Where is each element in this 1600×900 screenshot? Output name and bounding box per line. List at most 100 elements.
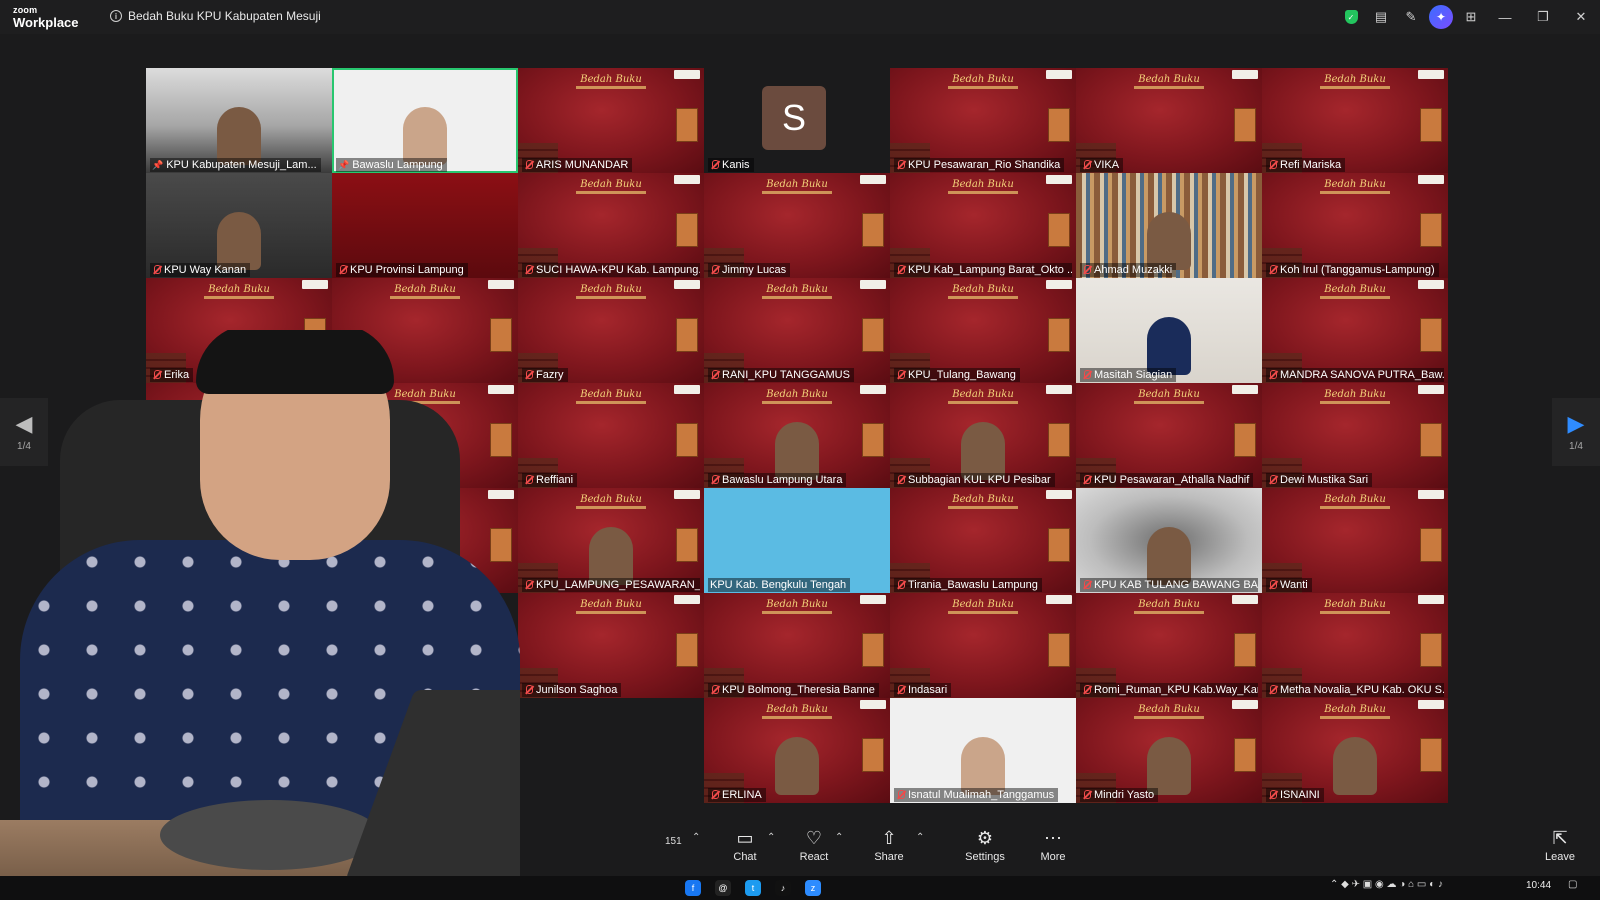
participant-tile[interactable]: Bedah Buku Metha Novalia_KPU Kab. OKU S..… [1262,593,1448,698]
zoom-taskbar-icon[interactable]: z [805,880,821,896]
participant-name: Romi_Ruman_KPU Kab.Way_Kan... [1094,684,1258,696]
share-button[interactable]: ⇧ Share [859,818,919,874]
participant-tile[interactable]: Bedah Buku Bawaslu Lampung Utara [704,383,890,488]
participant-tile[interactable]: Bedah Buku Reffiani [518,383,704,488]
participant-tile[interactable]: Bedah Buku ISNAINI [1262,698,1448,803]
poster-decoration [1046,595,1072,604]
participant-name: Masitah Siagian [1094,369,1173,381]
mic-muted-icon [710,370,719,380]
participant-name: RANI_KPU TANGGAMUS [722,369,850,381]
participant-tile[interactable]: Bedah Buku KPU Pesawaran_Rio Shandika [890,68,1076,173]
mic-muted-icon [524,370,533,380]
participant-count[interactable]: 151 [665,836,682,847]
participant-tile[interactable]: KPU Provinsi Lampung [332,173,518,278]
mic-muted-icon [896,580,905,590]
prev-page-button[interactable]: ◀ 1/4 [0,398,48,466]
participant-tile[interactable]: Bedah Buku Refi Mariska [1262,68,1448,173]
minimize-button[interactable]: — [1486,0,1524,34]
poster-decoration [488,280,514,289]
participant-tile[interactable]: Bedah Buku ARIS MUNANDAR [518,68,704,173]
react-caret-icon[interactable]: ⌃ [835,832,843,843]
participant-tile[interactable]: Ahmad Muzakki [1076,173,1262,278]
participant-tile[interactable]: Bedah Buku Koh Irul (Tanggamus-Lampung) [1262,173,1448,278]
participant-tile[interactable]: Bedah Buku Romi_Ruman_KPU Kab.Way_Kan... [1076,593,1262,698]
participant-name: KPU_Tulang_Bawang [908,369,1016,381]
participant-tile[interactable]: Bedah Buku Wanti [1262,488,1448,593]
close-button[interactable]: ✕ [1562,0,1600,34]
twitter-icon[interactable]: t [745,880,761,896]
participant-tile[interactable]: Bedah Buku Tirania_Bawaslu Lampung [890,488,1076,593]
mic-muted-icon [1268,475,1277,485]
participant-tile[interactable]: 📌 Bawaslu Lampung [332,68,518,173]
participant-tile[interactable]: Bedah Buku SUCI HAWA-KPU Kab. Lampung... [518,173,704,278]
participant-tile[interactable]: Bedah Buku KPU Kab_Lampung Barat_Okto ... [890,173,1076,278]
whiteboard-icon[interactable]: ✎ [1396,0,1426,34]
poster-title: Bedah Buku [580,494,642,505]
facebook-icon[interactable]: f [685,880,701,896]
participants-caret-icon[interactable]: ⌃ [692,832,700,843]
apps-grid-icon[interactable]: ⊞ [1456,0,1486,34]
participant-tile[interactable]: KPU KAB TULANG BAWANG BA... [1076,488,1262,593]
participant-tile[interactable]: Bedah Buku RANI_KPU TANGGAMUS [704,278,890,383]
poster-title: Bedah Buku [952,179,1014,190]
participant-video-figure [403,107,447,165]
poster-decoration [1420,528,1442,562]
poster-title: Bedah Buku [580,284,642,295]
participant-tile[interactable]: Bedah Buku Mindri Yasto [1076,698,1262,803]
participant-video-figure [775,737,819,795]
poster-decoration [1420,213,1442,247]
participant-tile[interactable]: Bedah Buku Jimmy Lucas [704,173,890,278]
share-caret-icon[interactable]: ⌃ [916,832,924,843]
security-shield-icon[interactable]: ✓ [1336,0,1366,34]
poster-decoration [1048,423,1070,457]
participant-tile[interactable]: Bedah Buku KPU_LAMPUNG_PESAWARAN_M... [518,488,704,593]
more-button[interactable]: ⋯ More [1023,818,1083,874]
taskbar-clock: 10:44 [1526,880,1552,891]
participant-tile[interactable]: Isnatul Mualimah_Tanggamus [890,698,1076,803]
poster-decoration [1048,213,1070,247]
participant-tile[interactable]: Bedah Buku KPU_Tulang_Bawang [890,278,1076,383]
participant-tile[interactable]: 📌 KPU Kabupaten Mesuji_Lam... [146,68,332,173]
participant-name-label: Reffiani [522,473,578,487]
participant-tile[interactable]: Bedah Buku KPU Bolmong_Theresia Banne [704,593,890,698]
mic-muted-icon [524,580,533,590]
avatar: S [762,86,826,150]
settings-button[interactable]: ⚙ Settings [955,818,1015,874]
participant-name-label: VIKA [1080,158,1124,172]
next-page-button[interactable]: ▶ 1/4 [1552,398,1600,466]
poster-decoration [576,191,646,194]
participant-tile[interactable]: KPU Kab. Bengkulu Tengah [704,488,890,593]
system-tray-icons[interactable]: ⌃ ◆ ✈ ▣ ◉ ☁ ◑ ⌂ ▭ ◐ ♪ [1330,879,1443,890]
participant-tile[interactable]: Bedah Buku Junilson Saghoa [518,593,704,698]
mic-muted-icon [1268,790,1277,800]
participant-tile[interactable]: Bedah Buku Subbagian KUL KPU Pesibar [890,383,1076,488]
chat-button[interactable]: ▭ Chat [715,818,775,874]
info-icon[interactable]: i [110,10,122,22]
participant-tile[interactable]: KPU Way Kanan [146,173,332,278]
participant-tile[interactable]: S Kanis [704,68,890,173]
participant-tile[interactable]: Bedah Buku Fazry [518,278,704,383]
notification-icon[interactable]: ▢ [1568,879,1577,890]
participant-tile[interactable]: Bedah Buku Dewi Mustika Sari [1262,383,1448,488]
participant-name: Bawaslu Lampung [352,159,443,171]
poster-title: Bedah Buku [580,389,642,400]
poster-title: Bedah Buku [1138,74,1200,85]
leave-button[interactable]: ⇱ Leave [1530,818,1590,874]
threads-icon[interactable]: @ [715,880,731,896]
tiktok-icon[interactable]: ♪ [775,880,791,896]
participant-tile[interactable]: Bedah Buku KPU Pesawaran_Athalla Nadhif [1076,383,1262,488]
participant-tile[interactable]: Bedah Buku MANDRA SANOVA PUTRA_Baw... [1262,278,1448,383]
notes-icon[interactable]: ▤ [1366,0,1396,34]
participant-name: Isnatul Mualimah_Tanggamus [908,789,1055,801]
chat-caret-icon[interactable]: ⌃ [767,832,775,843]
participant-tile[interactable]: Masitah Siagian [1076,278,1262,383]
participant-tile[interactable]: Bedah Buku VIKA [1076,68,1262,173]
restore-button[interactable]: ❐ [1524,0,1562,34]
pin-icon: 📌 [338,159,350,170]
react-button[interactable]: ♡ React [784,818,844,874]
participant-tile[interactable]: Bedah Buku ERLINA [704,698,890,803]
ai-companion-icon[interactable]: ✦ [1426,0,1456,34]
participant-tile[interactable]: Bedah Buku Indasari [890,593,1076,698]
poster-decoration [762,191,832,194]
meeting-info[interactable]: i Bedah Buku KPU Kabupaten Mesuji [110,9,321,23]
